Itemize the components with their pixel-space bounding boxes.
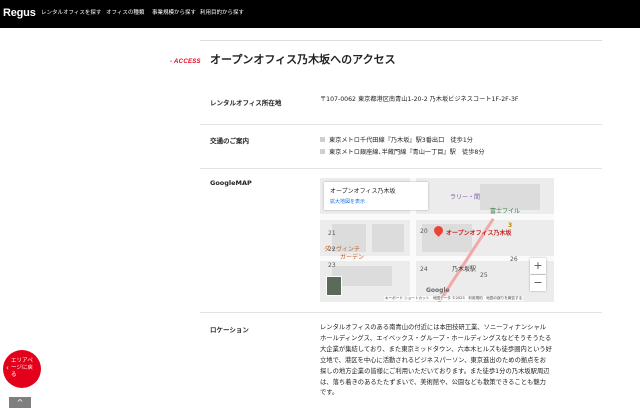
location-text: レンタルオフィスのある南青山の付近には本田技研工業、ソニーフィナンシャルホールデ…: [320, 324, 552, 397]
map-poi-label: 富士フイル: [490, 208, 521, 215]
divider: [200, 124, 602, 125]
page-title: オープンオフィス乃木坂へのアクセス: [210, 53, 396, 66]
location-label: ロケーション: [210, 326, 249, 334]
divider: [200, 40, 602, 41]
map-station-label: 乃木坂駅: [452, 266, 477, 273]
map-pin-label: オープンオフィス乃木坂: [446, 230, 512, 237]
map-block-number: 26: [510, 256, 518, 263]
map-poi-label: ラリー・間: [450, 194, 481, 201]
top-navigation-bar: Regus レンタルオフィスを探す オフィスの種類 事業規模から探す 利用目的か…: [0, 0, 640, 28]
address-label: レンタルオフィス所在地: [210, 99, 282, 107]
logo-text: Regus: [3, 7, 36, 19]
google-logo: Google: [426, 287, 450, 294]
map-poi-label: ダ・ヴィンチ: [324, 246, 361, 253]
access-tag: - ACCESS: [170, 59, 201, 65]
zoom-in-button[interactable]: +: [530, 258, 546, 274]
map-block-number: 21: [328, 230, 336, 237]
back-to-area-button[interactable]: ‹ エリアページに戻る: [3, 350, 41, 388]
map-info-card: オープンオフィス乃木坂 拡大地図を表示: [324, 182, 428, 210]
chevron-left-icon: ‹: [6, 364, 9, 372]
map-block-number: 20: [420, 228, 428, 235]
scroll-to-top-button[interactable]: ^: [9, 397, 31, 408]
satellite-toggle[interactable]: [326, 276, 342, 296]
nav-find-office[interactable]: レンタルオフィスを探す: [41, 8, 101, 16]
nav-office-types[interactable]: オフィスの種類: [106, 8, 144, 16]
map-block-number: 25: [480, 272, 488, 279]
regus-logo[interactable]: Regus: [3, 7, 36, 19]
back-to-area-label: エリアページに戻る: [11, 358, 33, 378]
bullet-icon: [320, 137, 325, 142]
map-block-number: 24: [420, 266, 428, 273]
map-block-number: 23: [328, 262, 336, 269]
divider: [200, 312, 602, 313]
transit-item: 東京メトロ銀座線､半蔵門線『青山一丁目』駅 徒歩8分: [320, 147, 485, 156]
bullet-icon: [320, 149, 325, 154]
transit-label: 交通のご案内: [210, 137, 249, 145]
divider: [200, 168, 602, 169]
enlarge-map-link[interactable]: 拡大地図を表示: [330, 198, 422, 205]
map-poi-label: ガーデン: [340, 254, 365, 261]
nav-business-size[interactable]: 事業規模から探す: [152, 8, 196, 16]
nav-purpose[interactable]: 利用目的から探す: [200, 8, 244, 16]
transit-item: 東京メトロ千代田線『乃木坂』駅3番出口 徒歩1分: [320, 135, 473, 144]
map-label: GoogleMAP: [210, 179, 252, 187]
zoom-out-button[interactable]: −: [530, 275, 546, 291]
map-card-title: オープンオフィス乃木坂: [330, 188, 396, 195]
map-footer-links[interactable]: キーボード ショートカット 地図データ ©2023 利用規約 地図の誤りを報告す…: [384, 296, 524, 301]
google-map[interactable]: 21 20 22 23 24 25 26 3 ラリー・間 富士フイル ガーデン …: [320, 178, 554, 302]
address-text: 〒107-0062 東京都港区南青山1-20-2 乃木坂ビジネスコート1F-2F…: [320, 96, 519, 103]
map-building: [372, 224, 404, 252]
